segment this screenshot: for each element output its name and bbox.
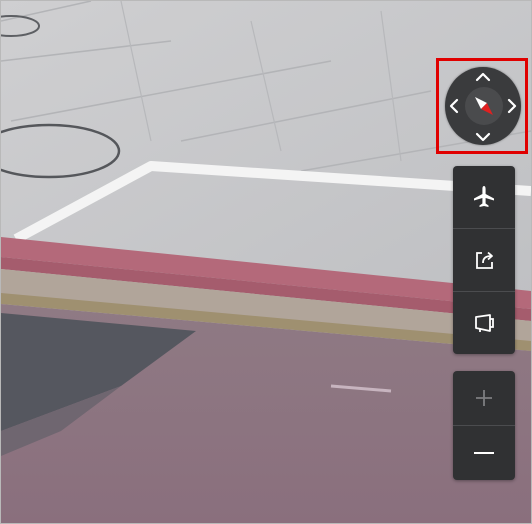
airplane-icon <box>471 184 497 210</box>
zoom-in-button[interactable] <box>453 371 515 426</box>
share-button[interactable] <box>453 229 515 292</box>
presentation-button[interactable] <box>453 292 515 354</box>
zoom-toolbar <box>453 371 515 480</box>
projector-screen-icon <box>472 311 496 335</box>
compass-highlight <box>436 58 528 154</box>
minus-icon <box>473 443 495 463</box>
map-tools-toolbar <box>453 166 515 354</box>
share-icon <box>472 248 496 272</box>
compass-control[interactable] <box>445 67 521 145</box>
zoom-out-button[interactable] <box>453 426 515 480</box>
chevron-right-icon[interactable] <box>506 97 518 120</box>
map-viewport[interactable] <box>0 0 532 524</box>
chevron-down-icon[interactable] <box>474 130 492 148</box>
airplane-mode-button[interactable] <box>453 166 515 229</box>
plus-icon <box>474 388 494 408</box>
chevron-left-icon[interactable] <box>448 97 460 120</box>
chevron-up-icon[interactable] <box>474 70 492 88</box>
compass-needle-icon[interactable] <box>465 87 503 125</box>
